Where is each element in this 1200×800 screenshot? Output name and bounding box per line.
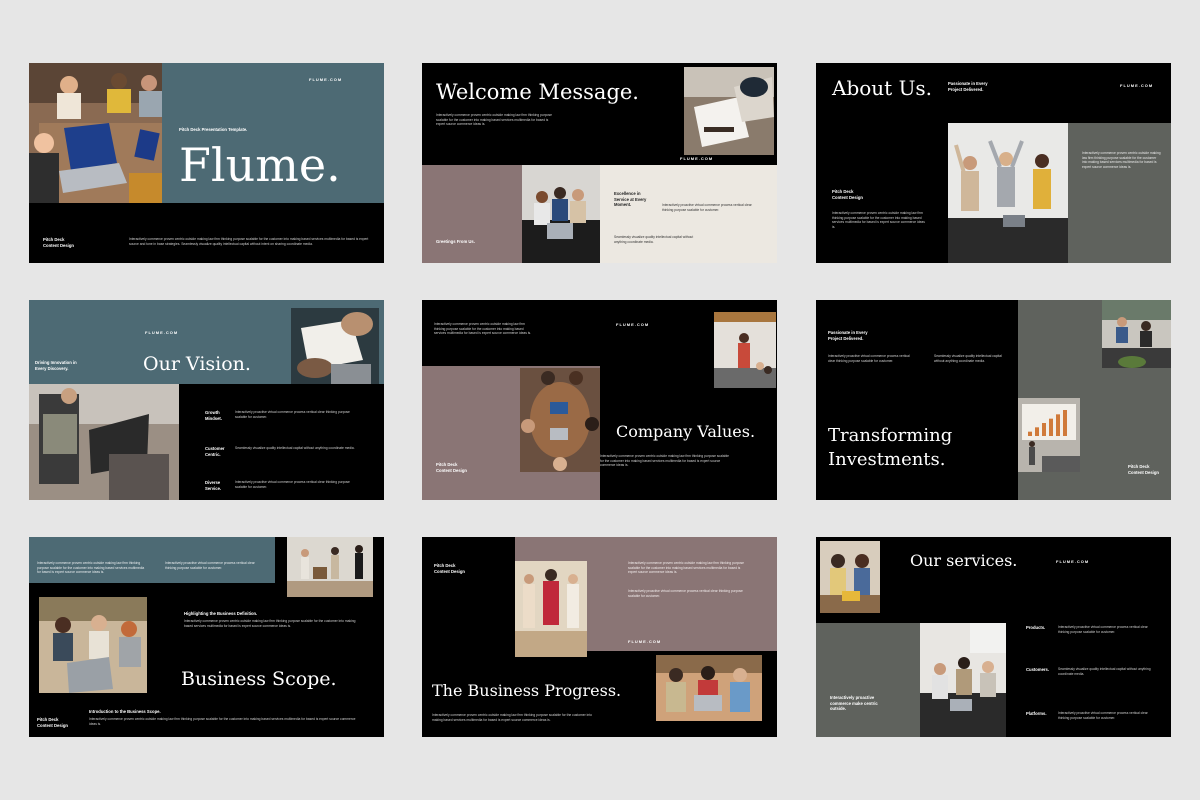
- laptop-trio-photo: [656, 655, 762, 721]
- subtitle: Pitch Deck Presentation Template.: [179, 127, 248, 132]
- cream-block: [600, 165, 777, 263]
- writing-photo: [291, 308, 379, 384]
- content-label: Pitch Deck Content Design: [832, 189, 863, 200]
- celebration-photo: [948, 123, 1068, 263]
- excellence-text: Interactively proactive virtual commerce…: [662, 203, 752, 212]
- olive-text: Interactively commerce proven centric ou…: [1082, 151, 1161, 169]
- vision-text-growth: Interactively proactive virtual commerce…: [235, 410, 350, 419]
- brand-url: FLUME.COM: [1056, 559, 1090, 564]
- olive-block: [816, 623, 920, 737]
- projector-bar: [1035, 427, 1039, 436]
- values-text: Interactively commerce proven centric ou…: [600, 454, 730, 468]
- slide-7-scope[interactable]: Interactively commerce proven centric ou…: [29, 537, 384, 737]
- passionate-label: Passionate in Every Project Delivered.: [828, 330, 868, 341]
- service-products: Products.: [1026, 625, 1046, 630]
- highlight-text: Interactively commerce proven centric ou…: [184, 619, 356, 628]
- content-label: Pitch Deck Content Design: [37, 717, 68, 728]
- vision-item-growth: Growth Mindset.: [205, 410, 222, 421]
- intro-text-2: Seamlessly visualize quality intellectua…: [934, 354, 1002, 363]
- intro-heading: Introduction to the Business Scope.: [89, 709, 161, 714]
- slide-9-services[interactable]: Our services. FLUME.COM Interactively pr…: [816, 537, 1171, 737]
- slide-title: About Us.: [832, 76, 933, 100]
- progress-text-2: Interactively proactive virtual commerce…: [628, 589, 743, 598]
- slide-5-values[interactable]: Interactively commerce proven centric ou…: [422, 300, 777, 500]
- mauve-block: [422, 165, 522, 263]
- intro-text-1: Interactively proactive virtual commerce…: [828, 354, 910, 363]
- team-meeting-photo: [522, 165, 600, 263]
- slide-4-vision[interactable]: FLUME.COM Driving Innovation in Every Di…: [29, 300, 384, 500]
- brand-url: FLUME.COM: [680, 156, 714, 161]
- slide-title: Transforming Investments.: [828, 425, 953, 470]
- intro-text: Interactively commerce proven centric ou…: [436, 113, 552, 127]
- laptop-group-photo: [39, 597, 147, 693]
- greeting-label: Greetings From Us.: [436, 239, 475, 244]
- colleagues-photo: [820, 541, 880, 613]
- content-label: Pitch Deck Content Design: [436, 462, 467, 473]
- content-label: Pitch Deck Content Design: [434, 563, 465, 574]
- chart-presentation-photo: [1018, 398, 1080, 472]
- body-text: Interactively commerce proven centric ou…: [129, 237, 369, 246]
- brand-url: FLUME.COM: [628, 639, 662, 644]
- slide-title: Welcome Message.: [436, 80, 639, 104]
- projector-bar: [1056, 414, 1060, 436]
- slide-title: Business Scope.: [181, 668, 337, 690]
- footer-text: Interactively commerce proven centric ou…: [432, 713, 592, 722]
- slide-title: Our services.: [910, 551, 1018, 570]
- progress-text-1: Interactively commerce proven centric ou…: [628, 561, 744, 575]
- brand-url: FLUME.COM: [309, 77, 343, 82]
- interior-team-photo: [287, 537, 373, 597]
- intro-text: Interactively commerce proven centric ou…: [89, 717, 356, 726]
- brand-url: FLUME.COM: [1120, 83, 1154, 88]
- service-platforms: Platforms.: [1026, 711, 1047, 716]
- vision-item-diverse: Diverse Service.: [205, 480, 222, 491]
- service-customers-text: Seamlessly visualize quality intellectua…: [1058, 667, 1151, 676]
- slide-title: Flume.: [179, 138, 341, 192]
- slide-8-progress[interactable]: Pitch Deck Content Design Interactively …: [422, 537, 777, 737]
- footer-label: Pitch Deck Content Design: [43, 237, 74, 248]
- slide-3-about[interactable]: About Us. Passionate in Every Project De…: [816, 63, 1171, 263]
- meeting-table-photo: [920, 623, 1006, 737]
- highlight-heading: Highlighting the Business Definition.: [184, 611, 258, 616]
- teal-band: [29, 537, 275, 583]
- brand-url: FLUME.COM: [145, 330, 179, 335]
- slide-2-welcome[interactable]: Welcome Message. Interactively commerce …: [422, 63, 777, 263]
- service-products-text: Interactively proactive virtual commerce…: [1058, 625, 1148, 634]
- driving-label: Driving Innovation in Every Discovery.: [35, 360, 77, 371]
- projector-bar: [1028, 431, 1032, 436]
- passionate-label: Passionate in Every Project Delivered.: [948, 81, 988, 92]
- brand-url: FLUME.COM: [616, 322, 650, 327]
- walking-team-photo: [515, 561, 587, 657]
- slide-6-investments[interactable]: Passionate in Every Project Delivered. I…: [816, 300, 1171, 500]
- team-laptops-photo: [29, 63, 162, 203]
- slide-title: Our Vision.: [143, 353, 251, 375]
- excellence-heading: Excellence in Service at Every Moment.: [614, 191, 647, 207]
- projector-bar: [1063, 410, 1067, 436]
- content-label: Pitch Deck Content Design: [1128, 464, 1159, 475]
- intro-text: Interactively commerce proven centric ou…: [434, 322, 532, 336]
- slide-title: The Business Progress.: [432, 681, 622, 700]
- service-platforms-text: Interactively proactive virtual commerce…: [1058, 711, 1148, 720]
- office-group-photo: [1102, 300, 1171, 368]
- olive-block: [1068, 123, 1171, 263]
- band-text-2: Interactively proactive virtual commerce…: [165, 561, 255, 570]
- band-text-1: Interactively commerce proven centric ou…: [37, 561, 145, 575]
- excellence-text-2: Seamlessly visualize quality intellectua…: [614, 235, 694, 244]
- slide-1-title[interactable]: FLUME.COM Pitch Deck Presentation Templa…: [29, 63, 384, 263]
- overhead-table-photo: [520, 368, 600, 472]
- services-tag: Interactively proactive commerce make ce…: [830, 695, 878, 711]
- vision-item-customer: Customer Centric.: [205, 446, 225, 457]
- slide-title: Company Values.: [616, 422, 756, 441]
- body-text: Interactively commerce proven centric ou…: [832, 211, 925, 229]
- presentation-photo: [714, 312, 776, 388]
- laptop-work-photo: [29, 384, 179, 500]
- service-customers: Customers.: [1026, 667, 1050, 672]
- vision-text-diverse: Interactively proactive virtual commerce…: [235, 480, 350, 489]
- vision-text-customer: Seamlessly visualize quality intellectua…: [235, 446, 355, 450]
- paperwork-photo: [684, 67, 774, 155]
- projector-bar: [1049, 418, 1053, 436]
- projector-bar: [1042, 423, 1046, 436]
